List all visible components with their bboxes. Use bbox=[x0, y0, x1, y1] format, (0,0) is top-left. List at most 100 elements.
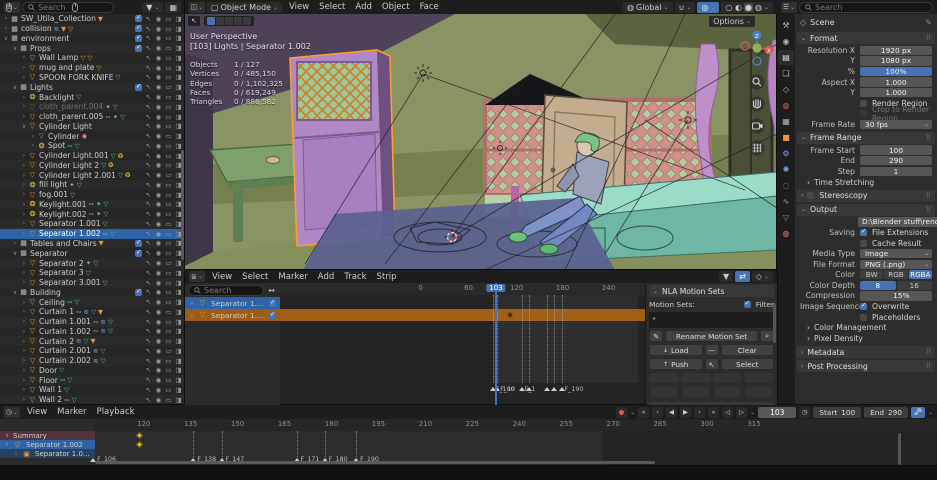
nla-bake-section-header[interactable]: ⌄ NLA Bake bbox=[649, 402, 774, 405]
selectable-toggle-icon[interactable]: ↖ bbox=[144, 122, 153, 130]
frame-end-field[interactable]: End290 bbox=[864, 407, 908, 418]
hide-eye-toggle-icon[interactable]: ◉ bbox=[154, 259, 163, 267]
hide-eye-toggle-icon[interactable]: ◉ bbox=[154, 171, 163, 179]
value-field-y[interactable]: 1080 px bbox=[860, 56, 932, 65]
properties-tab-render[interactable]: ◉ bbox=[778, 34, 794, 49]
disclosure-arrow-icon[interactable]: ∨ bbox=[11, 289, 19, 296]
render-disable-toggle-icon[interactable]: ◨ bbox=[174, 337, 183, 345]
disclosure-arrow-icon[interactable]: › bbox=[20, 396, 28, 403]
viewport-disable-toggle-icon[interactable]: ▭ bbox=[164, 288, 173, 296]
menu-select[interactable]: Select bbox=[314, 1, 350, 13]
properties-tab-scene[interactable]: ◇ bbox=[778, 82, 794, 97]
disclosure-arrow-icon[interactable]: › bbox=[20, 201, 28, 208]
disclosure-arrow-icon[interactable]: ∨ bbox=[2, 35, 10, 42]
timeline-channel-act[interactable]: ›▣Separator 1.002Action bbox=[0, 449, 95, 458]
selectable-toggle-icon[interactable]: ↖ bbox=[144, 337, 153, 345]
outliner-row[interactable]: ›▽fog.001▽↖◉▭◨ bbox=[0, 190, 185, 200]
render-disable-toggle-icon[interactable]: ◨ bbox=[174, 259, 183, 267]
segment-option-8[interactable]: 8 bbox=[860, 281, 896, 290]
viewport-disable-toggle-icon[interactable]: ▭ bbox=[164, 239, 173, 247]
render-disable-toggle-icon[interactable]: ◨ bbox=[174, 64, 183, 72]
channel-checkbox[interactable] bbox=[269, 300, 276, 307]
disclosure-arrow-icon[interactable]: ∨ bbox=[3, 432, 11, 439]
minus-button[interactable]: — bbox=[705, 344, 719, 356]
viewport-disable-toggle-icon[interactable]: ▭ bbox=[164, 259, 173, 267]
properties-tab-output[interactable]: ▤ bbox=[778, 50, 794, 65]
outliner-row[interactable]: ∨▦environment↖◉▭◨ bbox=[0, 34, 185, 44]
hide-eye-toggle-icon[interactable]: ◉ bbox=[154, 230, 163, 238]
selectable-toggle-icon[interactable]: ↖ bbox=[144, 142, 153, 150]
menu-object[interactable]: Object bbox=[377, 1, 415, 13]
outliner-row[interactable]: ›▽cloth_parent.004✦▽↖◉▭◨ bbox=[0, 102, 185, 112]
nla-marker-triangle[interactable] bbox=[544, 387, 550, 391]
selectable-toggle-icon[interactable]: ↖ bbox=[144, 152, 153, 160]
selectable-toggle-icon[interactable]: ↖ bbox=[144, 15, 153, 23]
disclosure-arrow-icon[interactable]: ∨ bbox=[20, 123, 28, 130]
value-field-step[interactable]: 1 bbox=[860, 167, 932, 176]
hide-eye-toggle-icon[interactable]: ◉ bbox=[154, 132, 163, 140]
hide-eye-toggle-icon[interactable]: ◉ bbox=[154, 386, 163, 394]
properties-tab-data[interactable]: ▽ bbox=[778, 210, 794, 225]
render-disable-toggle-icon[interactable]: ◨ bbox=[174, 386, 183, 394]
nla-channel-obj[interactable]: ∨▽Separator 1.002 bbox=[185, 297, 280, 309]
timeline-channel-summary[interactable]: ∨Summary bbox=[0, 431, 95, 440]
render-disable-toggle-icon[interactable]: ◨ bbox=[174, 396, 183, 404]
hide-eye-toggle-icon[interactable]: ◉ bbox=[154, 279, 163, 287]
outliner-row[interactable]: ∨▦Props↖◉▭◨ bbox=[0, 43, 185, 53]
render-disable-toggle-icon[interactable]: ◨ bbox=[174, 298, 183, 306]
proportional-editing-button[interactable]: ◎ ⌄ bbox=[697, 2, 719, 13]
collection-checkbox[interactable] bbox=[135, 35, 142, 42]
channel-checkbox[interactable] bbox=[269, 312, 276, 319]
hide-eye-toggle-icon[interactable]: ◉ bbox=[154, 376, 163, 384]
selectable-toggle-icon[interactable]: ↖ bbox=[144, 181, 153, 189]
selectable-toggle-icon[interactable]: ↖ bbox=[144, 298, 153, 306]
camera-view-icon[interactable] bbox=[750, 119, 765, 134]
viewport-disable-toggle-icon[interactable]: ▭ bbox=[164, 161, 173, 169]
outliner-row[interactable]: ›▽Curtain 2≋▽▼↖◉▭◨ bbox=[0, 336, 185, 346]
hide-eye-toggle-icon[interactable]: ◉ bbox=[154, 93, 163, 101]
disclosure-arrow-icon[interactable]: › bbox=[20, 377, 28, 384]
selectable-toggle-icon[interactable]: ↖ bbox=[144, 113, 153, 121]
selectable-toggle-icon[interactable]: ↖ bbox=[144, 73, 153, 81]
viewport-disable-toggle-icon[interactable]: ▭ bbox=[164, 366, 173, 374]
properties-tab-object[interactable]: ■ bbox=[778, 130, 794, 145]
render-disable-toggle-icon[interactable]: ◨ bbox=[174, 327, 183, 335]
viewport-disable-toggle-icon[interactable]: ▭ bbox=[164, 93, 173, 101]
hide-eye-toggle-icon[interactable]: ◉ bbox=[154, 357, 163, 365]
disclosure-arrow-icon[interactable]: › bbox=[20, 220, 28, 227]
section-menu-icon[interactable]: ⠿ bbox=[926, 134, 931, 142]
navigation-axis-gizmo[interactable]: Z X bbox=[741, 31, 773, 65]
render-disable-toggle-icon[interactable]: ◨ bbox=[174, 93, 183, 101]
mode-dropdown[interactable]: ▢ Object Mode ⌄ bbox=[207, 2, 282, 13]
render-disable-toggle-icon[interactable]: ◨ bbox=[174, 73, 183, 81]
orthographic-grid-icon[interactable] bbox=[750, 141, 765, 156]
hide-eye-toggle-icon[interactable]: ◉ bbox=[154, 366, 163, 374]
outliner-row[interactable]: ›▽Wall 1▽↖◉▭◨ bbox=[0, 385, 185, 395]
rename-motion-set-button[interactable]: Rename Motion Set bbox=[665, 330, 758, 342]
disclosure-arrow-icon[interactable]: › bbox=[20, 74, 28, 81]
viewport-disable-toggle-icon[interactable]: ▭ bbox=[164, 230, 173, 238]
hide-eye-toggle-icon[interactable]: ◉ bbox=[154, 103, 163, 111]
outliner-row[interactable]: ›▽Wall 2∾▽↖◉▭◨ bbox=[0, 395, 185, 405]
hide-eye-toggle-icon[interactable]: ◉ bbox=[154, 73, 163, 81]
outliner-row[interactable]: ›❂Spot∾▽↖◉▭◨ bbox=[0, 141, 185, 151]
properties-editor-type-button[interactable]: ☰ ⌄ bbox=[781, 2, 797, 13]
hide-eye-toggle-icon[interactable]: ◉ bbox=[154, 298, 163, 306]
outliner-row[interactable]: ›▽cloth_parent.005∾✦▽↖◉▭◨ bbox=[0, 112, 185, 122]
outliner-row[interactable]: ∨▽Cylinder Light↖◉▭◨ bbox=[0, 121, 185, 131]
properties-tab-constraints[interactable]: ∿ bbox=[778, 194, 794, 209]
properties-tab-particles[interactable]: ✺ bbox=[778, 162, 794, 177]
timeline-vertical-scrollbar[interactable] bbox=[898, 433, 901, 465]
timeline-editor-type-button[interactable]: ◷ ⌄ bbox=[4, 407, 20, 418]
outliner-row[interactable]: ∨▦Lights↖◉▭◨ bbox=[0, 82, 185, 92]
outliner-row[interactable]: ›▦Tables and Chairs▼↖◉▭◨ bbox=[0, 239, 185, 249]
outliner-row[interactable]: ›▦collision≋▼▽↖◉▭◨ bbox=[0, 24, 185, 34]
hide-eye-toggle-icon[interactable]: ◉ bbox=[154, 220, 163, 228]
checkbox-file-extensions[interactable] bbox=[860, 229, 867, 236]
selectable-toggle-icon[interactable]: ↖ bbox=[144, 249, 153, 257]
selectable-toggle-icon[interactable]: ↖ bbox=[144, 288, 153, 296]
render-disable-toggle-icon[interactable]: ◨ bbox=[174, 25, 183, 33]
viewport-disable-toggle-icon[interactable]: ▭ bbox=[164, 142, 173, 150]
hide-eye-toggle-icon[interactable]: ◉ bbox=[154, 396, 163, 404]
value-field-frame-start[interactable]: 100 bbox=[860, 145, 932, 154]
